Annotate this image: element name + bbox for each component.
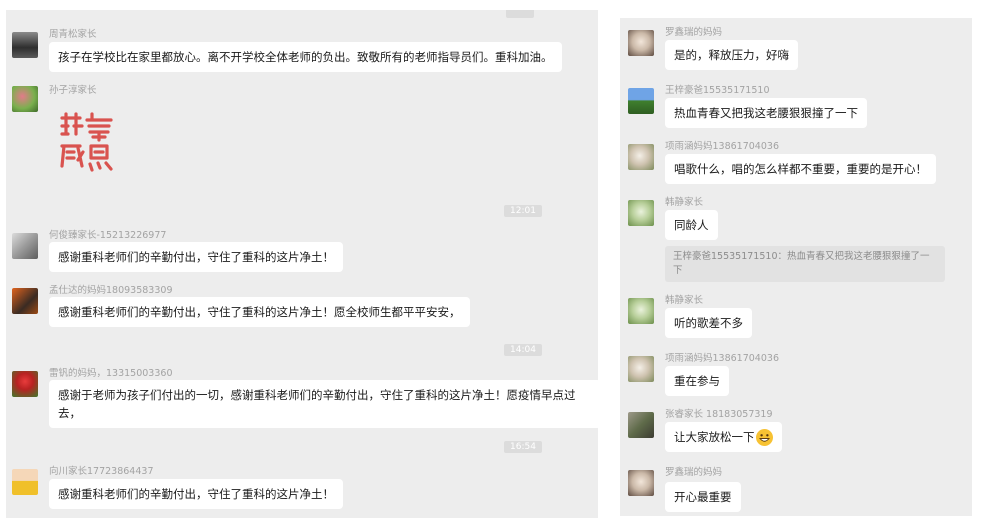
message-row: 项雨涵妈妈13861704036 唱歌什么，唱的怎么样都不重要，重要的是开心！ bbox=[628, 136, 968, 188]
message-bubble[interactable]: 同龄人 bbox=[665, 210, 718, 240]
message-bubble[interactable]: 感谢重科老师们的辛勤付出，守住了重科的这片净土！愿全校师生都平平安安， bbox=[49, 297, 470, 327]
avatar[interactable] bbox=[628, 88, 654, 114]
message-bubble[interactable]: 开心最重要 bbox=[665, 482, 741, 512]
avatar[interactable] bbox=[12, 469, 38, 495]
avatar[interactable] bbox=[628, 412, 654, 438]
message-row: 韩静家长 听的歌差不多 bbox=[628, 290, 968, 342]
avatar[interactable] bbox=[628, 470, 654, 496]
message-row: 何俊臻家长-15213226977 感谢重科老师们的辛勤付出，守住了重科的这片净… bbox=[12, 225, 592, 275]
message-bubble[interactable]: 重在参与 bbox=[665, 366, 729, 396]
sender-name: 何俊臻家长-15213226977 bbox=[49, 230, 167, 241]
chat-panel-right: 罗鑫瑞的妈妈 是的，释放压力，好嗨 王梓豪爸15535171510 热血青春又把… bbox=[620, 18, 972, 516]
sender-name: 韩静家长 bbox=[665, 197, 704, 208]
sender-name: 项雨涵妈妈13861704036 bbox=[665, 141, 779, 152]
message-row: 张睿家长 18183057319 让大家放松一下 bbox=[628, 404, 968, 456]
sender-name: 韩静家长 bbox=[665, 295, 704, 306]
sender-name: 向川家长17723864437 bbox=[49, 466, 154, 477]
message-bubble[interactable]: 热血青春又把我这老腰狠狠撞了一下 bbox=[665, 98, 867, 128]
avatar[interactable] bbox=[12, 233, 38, 259]
message-bubble[interactable]: 感谢重科老师们的辛勤付出，守住了重科的这片净土！ bbox=[49, 479, 343, 509]
timestamp: 14:04 bbox=[504, 344, 542, 356]
message-text: 让大家放松一下 bbox=[674, 430, 755, 444]
sender-name: 罗鑫瑞的妈妈 bbox=[665, 27, 723, 38]
message-bubble[interactable]: 让大家放松一下 bbox=[665, 422, 782, 452]
message-bubble[interactable]: 是的，释放压力，好嗨 bbox=[665, 40, 798, 70]
message-row: 韩静家长 同龄人 王梓豪爸15535171510：热血青春又把我这老腰狠狠撞了一… bbox=[628, 192, 968, 288]
quoted-message[interactable]: 王梓豪爸15535171510：热血青春又把我这老腰狠狠撞了一下 bbox=[665, 246, 945, 282]
sticker-thanks-icon bbox=[60, 112, 113, 172]
avatar[interactable] bbox=[628, 200, 654, 226]
message-bubble[interactable]: 孩子在学校比在家里都放心。离不开学校全体老师的负出。致敬所有的老师指导员们。重科… bbox=[49, 42, 562, 72]
avatar[interactable] bbox=[628, 144, 654, 170]
message-bubble[interactable]: 感谢重科老师们的辛勤付出，守住了重科的这片净土！ bbox=[49, 242, 343, 272]
avatar[interactable] bbox=[12, 371, 38, 397]
message-bubble[interactable]: 听的歌差不多 bbox=[665, 308, 752, 338]
message-row: 王梓豪爸15535171510 热血青春又把我这老腰狠狠撞了一下 bbox=[628, 80, 968, 132]
avatar[interactable] bbox=[12, 32, 38, 58]
message-row: 周青松家长 孩子在学校比在家里都放心。离不开学校全体老师的负出。致敬所有的老师指… bbox=[12, 24, 592, 74]
sender-name: 孙子淳家长 bbox=[49, 85, 97, 96]
sender-name: 雷钒的妈妈，13315003360 bbox=[49, 368, 173, 379]
message-row: 项雨涵妈妈13861704036 重在参与 bbox=[628, 348, 968, 400]
top-stub bbox=[506, 10, 534, 18]
timestamp: 12:01 bbox=[504, 205, 542, 217]
sender-name: 罗鑫瑞的妈妈 bbox=[665, 467, 723, 478]
message-bubble[interactable]: 感谢于老师为孩子们付出的一切，感谢重科老师们的辛勤付出，守住了重科的这片净土！愿… bbox=[49, 380, 598, 428]
message-row: 雷钒的妈妈，13315003360 感谢于老师为孩子们付出的一切，感谢重科老师们… bbox=[12, 363, 598, 433]
message-row: 罗鑫瑞的妈妈 是的，释放压力，好嗨 bbox=[628, 22, 968, 74]
sticker-image[interactable] bbox=[56, 110, 120, 174]
sender-name: 张睿家长 18183057319 bbox=[665, 409, 773, 420]
sender-name: 王梓豪爸15535171510 bbox=[665, 85, 770, 96]
message-row: 孟仕达的妈妈18093583309 感谢重科老师们的辛勤付出，守住了重科的这片净… bbox=[12, 280, 592, 330]
message-row: 罗鑫瑞的妈妈 开心最重要 bbox=[628, 462, 968, 514]
avatar[interactable] bbox=[12, 86, 38, 112]
sender-name: 项雨涵妈妈13861704036 bbox=[665, 353, 779, 364]
sender-name: 周青松家长 bbox=[49, 29, 97, 40]
chat-panel-left: 周青松家长 孩子在学校比在家里都放心。离不开学校全体老师的负出。致敬所有的老师指… bbox=[6, 10, 598, 518]
grinning-face-icon bbox=[755, 429, 773, 446]
avatar[interactable] bbox=[12, 288, 38, 314]
message-row: 向川家长17723864437 感谢重科老师们的辛勤付出，守住了重科的这片净土！ bbox=[12, 461, 592, 516]
timestamp: 16:54 bbox=[504, 441, 542, 453]
message-row: 孙子淳家长 bbox=[12, 80, 312, 190]
message-bubble[interactable]: 唱歌什么，唱的怎么样都不重要，重要的是开心！ bbox=[665, 154, 936, 184]
avatar[interactable] bbox=[628, 30, 654, 56]
sender-name: 孟仕达的妈妈18093583309 bbox=[49, 285, 173, 296]
avatar[interactable] bbox=[628, 298, 654, 324]
avatar[interactable] bbox=[628, 356, 654, 382]
